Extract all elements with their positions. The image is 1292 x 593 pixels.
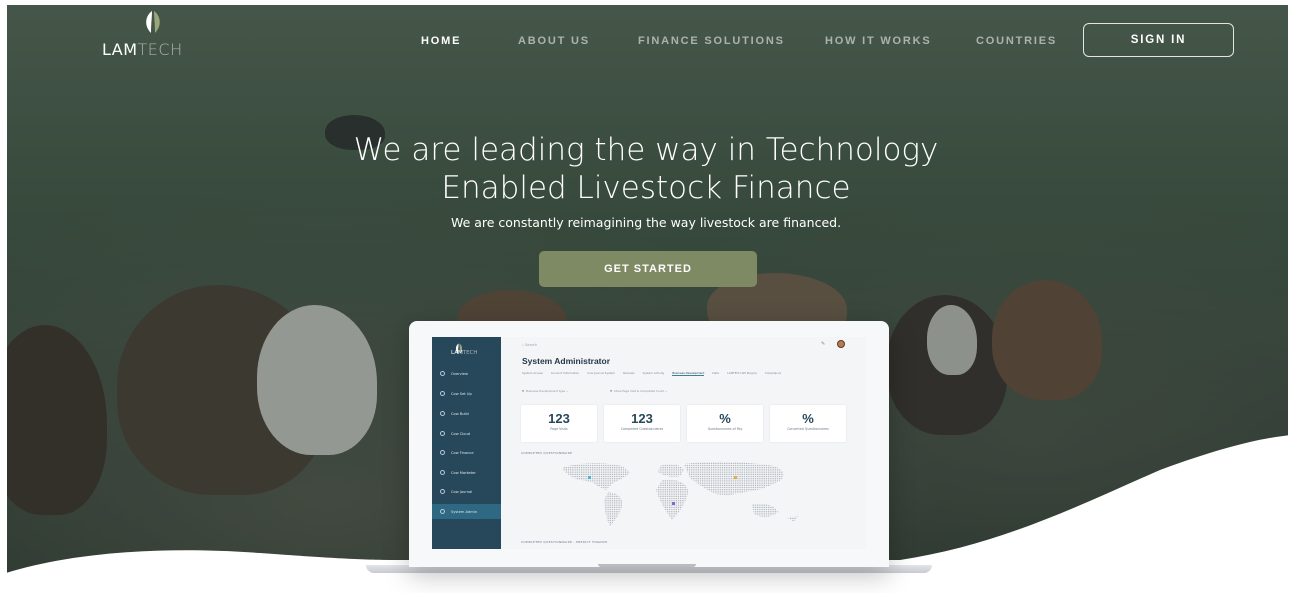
mock-stat-card: 123 Page Visits [521,405,597,442]
mock-nav-cow-journal: Cow Journal [440,489,472,494]
nav-how-it-works[interactable]: HOW IT WORKS [825,35,932,47]
mock-tab-active: Business Development [672,371,705,376]
mock-nav-cow-cloud: Cow Cloud [440,431,470,436]
mock-stat-card: % Questionnaires of Pay [687,405,763,442]
mock-filter-2: ▼ Show Page Visit & Completed Count ⌄ [610,389,668,393]
leaf-icon [146,11,160,33]
dashboard-screenshot: LAMTECH Overview Cow Set Up Cow Build Co… [432,337,866,549]
sign-in-button[interactable]: SIGN IN [1083,23,1234,57]
mock-tab: Cow Journal System [587,371,616,375]
mock-nav-cow-marketer: Cow Marketer [440,470,476,475]
hero-subheadline: We are constantly reimagining the way li… [450,215,842,230]
card-icon [440,489,445,494]
mock-tab: Compliance [764,371,782,375]
mock-sidebar: LAMTECH Overview Cow Set Up Cow Build Co… [432,337,501,549]
mock-page-title: System Administrator [522,356,611,366]
nav-home[interactable]: HOME [421,35,461,47]
mock-tabs: System Access Account Information Cow Jo… [522,371,781,376]
avatar [837,340,845,348]
world-map [562,461,798,526]
nav-countries[interactable]: COUNTRIES [976,35,1057,47]
bell-icon: ✎ [821,341,826,347]
mock-stat-card: % Converted Questionnaires [770,405,846,442]
nav-about-us[interactable]: ABOUT US [518,35,590,47]
mock-tab: System Access [522,371,543,375]
mock-nav-cow-finance: Cow Finance [440,450,474,455]
mock-tab: Reviews [623,371,635,375]
mock-search: ⌕ Search [522,343,538,347]
get-started-button[interactable]: GET STARTED [539,251,757,287]
refresh-icon [440,450,445,455]
mock-tab: Data [712,371,720,375]
mock-stat-card: 123 Completed Questionnaires [604,405,680,442]
mock-section-title: COMPLETED QUESTIONNAIRE [521,451,573,455]
mock-tab: System Activity [642,371,665,375]
circle-icon [440,470,445,475]
mock-filter-1: ▼ Business Development type ⌄ [522,389,569,393]
mock-nav-cow-build: Cow Build [440,411,469,416]
logo-text: LAMTECH [102,40,183,59]
mock-section-title: COMPLETED QUESTIONNAIRE - PREDICT FINANC… [521,540,608,544]
hero-headline: We are leading the way in Technology Ena… [353,132,939,206]
mock-tab: Account Information [550,371,580,375]
gear-icon [440,509,445,514]
cloud-icon [440,431,445,436]
thumb-icon [440,411,445,416]
link-icon [440,391,445,396]
mock-logo-text: LAMTECH [451,350,478,356]
mock-nav-overview: Overview [440,371,468,376]
person-icon [440,371,445,376]
mock-nav-cow-set-up: Cow Set Up [440,391,472,396]
nav-finance-solutions[interactable]: FINANCE SOLUTIONS [638,35,785,47]
mock-tab: LAMTECH API Plugins [727,371,757,375]
laptop-notch [598,564,696,567]
brand-logo[interactable]: LAMTECH [102,10,202,60]
mock-nav-system-admin: System Admin [432,504,501,519]
